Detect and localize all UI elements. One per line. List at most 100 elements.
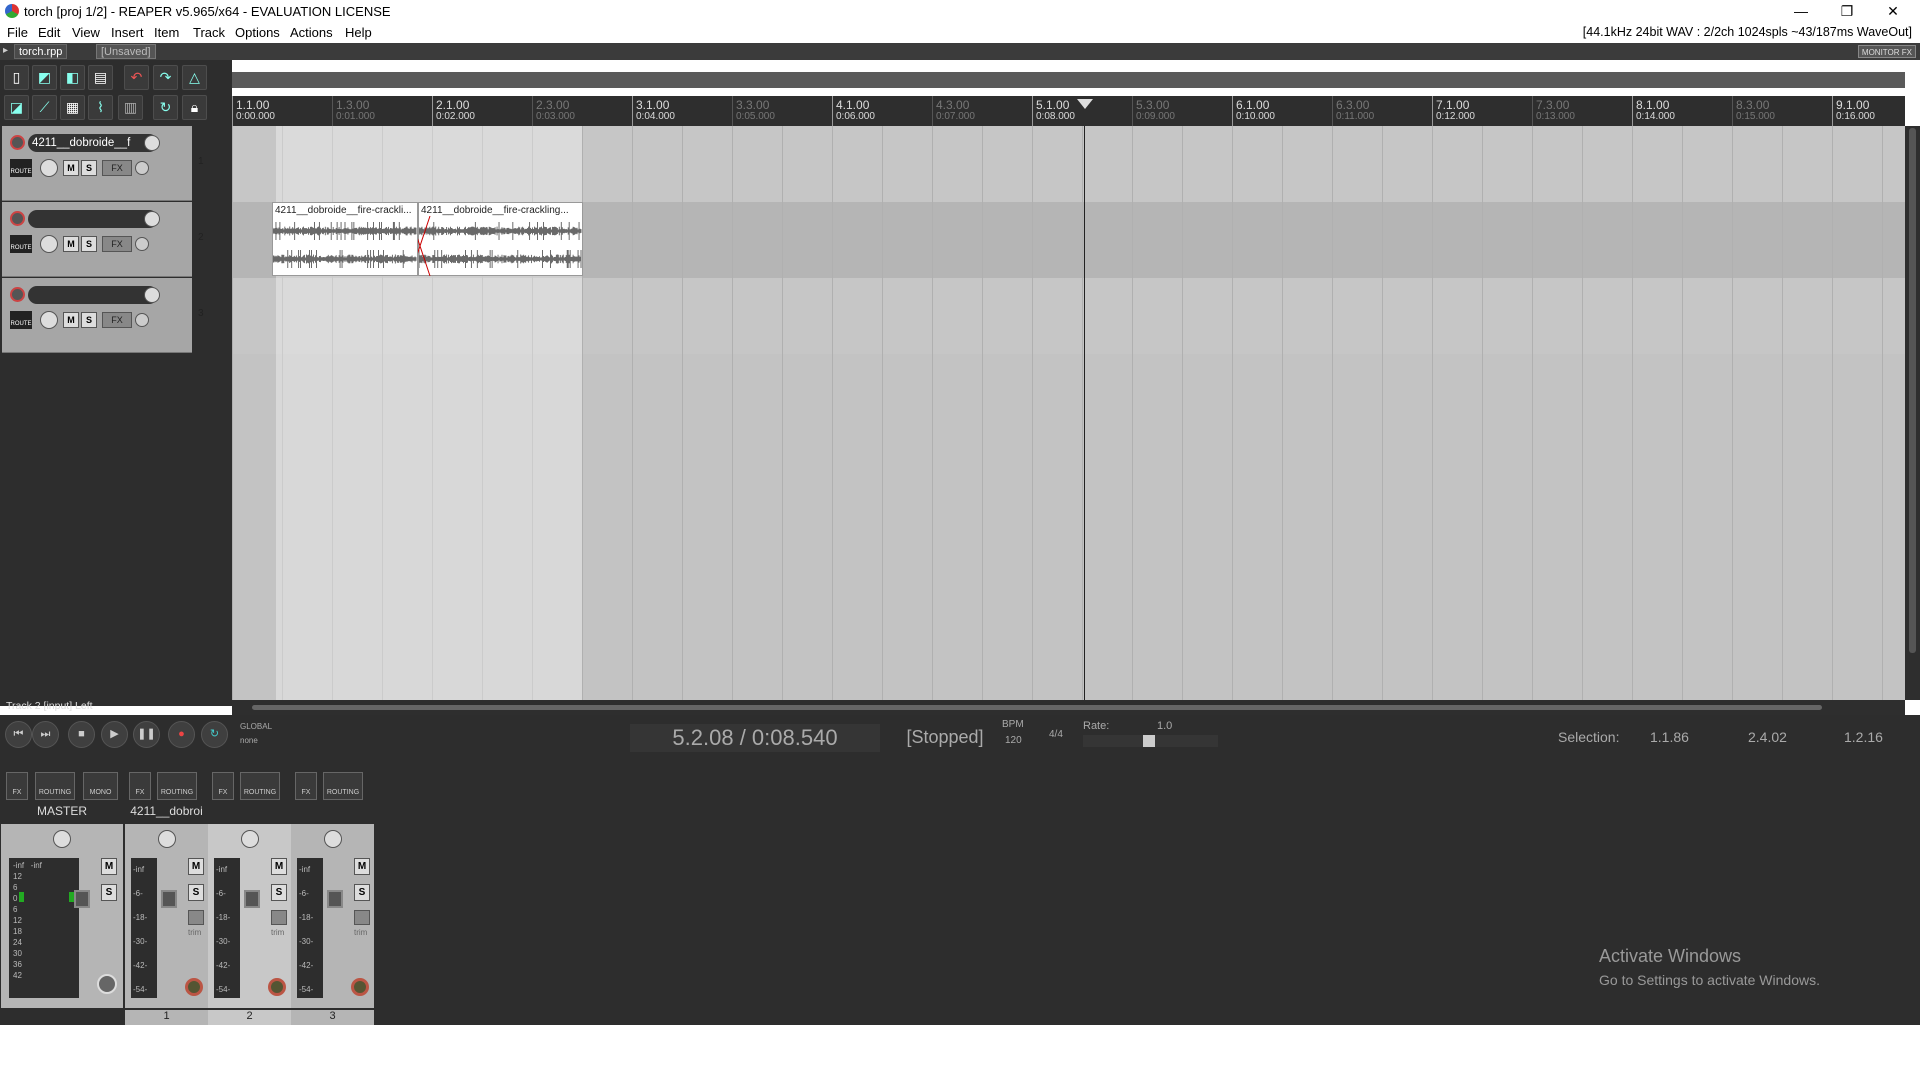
region-lane[interactable] (232, 72, 1905, 88)
menu-actions[interactable]: Actions (290, 25, 333, 40)
open-project-icon[interactable]: ◩ (32, 65, 57, 90)
fx-button[interactable]: FX (129, 772, 151, 800)
minimize-button[interactable]: — (1778, 0, 1824, 22)
arrange-view[interactable]: 4211__dobroide__fire-crackli... 4211__do… (232, 126, 1905, 700)
selection-start[interactable]: 1.1.86 (1650, 729, 1689, 745)
stop-icon[interactable]: ■ (68, 721, 95, 748)
volume-fader[interactable] (161, 890, 177, 908)
routing-button[interactable]: ROUTING (35, 772, 75, 800)
volume-knob[interactable] (144, 211, 160, 227)
repeat-icon[interactable]: ↻ (201, 721, 228, 748)
pan-knob[interactable] (158, 830, 176, 848)
volume-knob[interactable] (144, 135, 160, 151)
vertical-scrollbar[interactable] (1905, 126, 1920, 700)
global-automation-value[interactable]: none (240, 736, 258, 745)
menu-insert[interactable]: Insert (111, 25, 144, 40)
volume-fader[interactable] (327, 890, 343, 908)
lock-icon[interactable]: 🔒︎ (182, 95, 207, 120)
strip-name[interactable]: 4211__dobroi (125, 804, 208, 820)
fx-button[interactable]: FX (6, 772, 28, 800)
record-arm-button[interactable] (351, 978, 369, 996)
volume-knob[interactable] (144, 287, 160, 303)
solo-button[interactable]: S (188, 884, 204, 901)
tab-menu-icon[interactable]: ▸ (3, 45, 8, 56)
edit-cursor-marker[interactable] (1077, 99, 1093, 109)
menu-track[interactable]: Track (193, 25, 225, 40)
undo-icon[interactable]: ↶ (124, 65, 149, 90)
selection-end[interactable]: 2.4.02 (1748, 729, 1787, 745)
save-project-icon[interactable]: ◧ (60, 65, 85, 90)
automation-mode-icon[interactable] (354, 910, 370, 925)
tcp-divider[interactable] (210, 126, 232, 706)
track-header-3[interactable]: ROUTE M S FX 3 (2, 278, 204, 353)
record-arm-button[interactable] (10, 135, 25, 150)
pause-icon[interactable]: ❚❚ (133, 721, 160, 748)
pan-knob[interactable] (40, 311, 58, 329)
new-project-icon[interactable]: ▯ (4, 65, 29, 90)
strip-name[interactable] (291, 804, 374, 820)
fx-button[interactable]: FX (295, 772, 317, 800)
horizontal-scroll-thumb[interactable] (252, 705, 1822, 710)
close-button[interactable]: ✕ (1870, 0, 1916, 22)
strip-name[interactable]: MASTER (1, 804, 123, 820)
menu-help[interactable]: Help (345, 25, 372, 40)
time-position-display[interactable]: 5.2.08 / 0:08.540 (630, 724, 880, 752)
route-button[interactable]: ROUTE (10, 311, 32, 329)
record-icon[interactable]: ● (168, 721, 195, 748)
volume-fader[interactable] (244, 890, 260, 908)
solo-button[interactable]: S (81, 236, 97, 252)
redo-icon[interactable]: ↷ (153, 65, 178, 90)
play-icon[interactable]: ▶ (101, 721, 128, 748)
pan-knob[interactable] (40, 235, 58, 253)
mute-button[interactable]: M (63, 312, 79, 328)
pan-knob[interactable] (324, 830, 342, 848)
ripple-edit-icon[interactable]: ⟋ (32, 95, 57, 120)
track-name[interactable] (28, 210, 158, 228)
record-arm-button[interactable] (10, 287, 25, 302)
media-item[interactable]: 4211__dobroide__fire-crackli... (272, 202, 418, 276)
mute-button[interactable]: M (271, 858, 287, 875)
rate-slider[interactable] (1083, 735, 1218, 747)
routing-button[interactable]: ROUTING (240, 772, 280, 800)
record-arm-button[interactable] (185, 978, 203, 996)
fx-button[interactable]: FX (102, 160, 132, 176)
route-button[interactable]: ROUTE (10, 159, 32, 177)
record-arm-button[interactable] (268, 978, 286, 996)
item-grouping-icon[interactable]: ▦ (60, 95, 85, 120)
loop-icon[interactable]: ↻ (153, 95, 178, 120)
vertical-scroll-thumb[interactable] (1909, 128, 1916, 653)
solo-button[interactable]: S (354, 884, 370, 901)
audio-device-status[interactable]: [44.1kHz 24bit WAV : 2/2ch 1024spls ~43/… (1583, 25, 1912, 39)
mono-button[interactable]: MONO (83, 772, 118, 800)
track-header-1[interactable]: 4211__dobroide__f ROUTE M S FX 1 (2, 126, 204, 201)
selection-length[interactable]: 1.2.16 (1844, 729, 1883, 745)
volume-fader[interactable] (74, 890, 90, 908)
menu-options[interactable]: Options (235, 25, 280, 40)
mute-button[interactable]: M (63, 160, 79, 176)
mute-button[interactable]: M (101, 858, 117, 875)
metronome-icon[interactable]: △ (182, 65, 207, 90)
automation-mode-icon[interactable] (271, 910, 287, 925)
menu-file[interactable]: File (7, 25, 28, 40)
mute-button[interactable]: M (188, 858, 204, 875)
go-to-end-icon[interactable]: ⏭ (32, 721, 59, 748)
monitor-fx-button[interactable]: MONITOR FX (1857, 45, 1916, 58)
track-name[interactable]: 4211__dobroide__f (28, 134, 158, 152)
snap-grid-icon[interactable]: ▥ (118, 95, 143, 120)
strip-name[interactable] (208, 804, 291, 820)
auto-crossfade-icon[interactable]: ◪ (4, 95, 29, 120)
menu-view[interactable]: View (72, 25, 100, 40)
pan-knob[interactable] (53, 830, 71, 848)
envelope-icon[interactable] (135, 237, 149, 251)
bpm-value[interactable]: 120 (1005, 735, 1022, 746)
record-arm-button[interactable] (10, 211, 25, 226)
menu-item[interactable]: Item (154, 25, 179, 40)
pan-knob[interactable] (40, 159, 58, 177)
pan-knob[interactable] (241, 830, 259, 848)
route-button[interactable]: ROUTE (10, 235, 32, 253)
envelope-icon[interactable] (135, 161, 149, 175)
mute-button[interactable]: M (63, 236, 79, 252)
master-settings-icon[interactable] (97, 974, 117, 994)
go-to-start-icon[interactable]: ⏮ (5, 721, 32, 748)
routing-button[interactable]: ROUTING (323, 772, 363, 800)
